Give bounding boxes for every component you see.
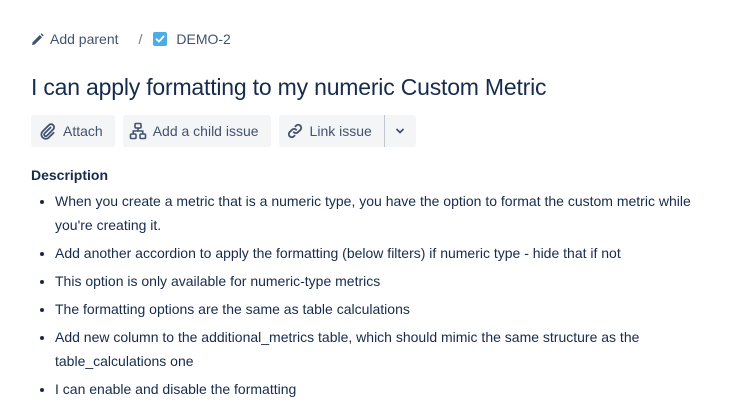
link-issue-group: Link issue (278, 115, 416, 147)
chevron-down-icon (395, 126, 405, 136)
issue-key-link[interactable]: DEMO-2 (153, 31, 231, 47)
description-item: I can enable and disable the formatting (55, 377, 721, 401)
breadcrumb-separator: / (138, 31, 143, 47)
description-item: The formatting options are the same as t… (55, 297, 721, 321)
description-item: This option is only available for numeri… (55, 269, 721, 293)
description-item: Add another accordion to apply the forma… (55, 241, 721, 265)
checkbox-icon (153, 32, 168, 46)
attach-button[interactable]: Attach (31, 115, 115, 147)
link-issue-button[interactable]: Link issue (278, 115, 384, 147)
issue-toolbar: Attach Add a child issue Link issue (31, 115, 416, 147)
description-list[interactable]: When you create a metric that is a numer… (31, 189, 721, 405)
description-item: When you create a metric that is a numer… (55, 189, 721, 237)
description-heading: Description (31, 167, 109, 183)
more-actions-button[interactable] (383, 115, 416, 147)
link-icon (286, 122, 304, 140)
add-child-issue-label: Add a child issue (152, 123, 259, 139)
add-child-issue-button[interactable]: Add a child issue (122, 115, 271, 147)
attach-label: Attach (63, 123, 103, 139)
hierarchy-icon (129, 122, 147, 140)
breadcrumb: Add parent / DEMO-2 (31, 29, 231, 49)
paperclip-icon (39, 122, 57, 140)
add-parent-link[interactable]: Add parent (31, 31, 119, 47)
add-parent-label: Add parent (50, 31, 119, 47)
issue-key: DEMO-2 (176, 31, 231, 47)
description-item: Add new column to the additional_metrics… (55, 325, 721, 373)
link-issue-label: Link issue (309, 123, 372, 139)
pencil-icon (31, 32, 45, 46)
issue-title[interactable]: I can apply formatting to my numeric Cus… (31, 74, 547, 101)
